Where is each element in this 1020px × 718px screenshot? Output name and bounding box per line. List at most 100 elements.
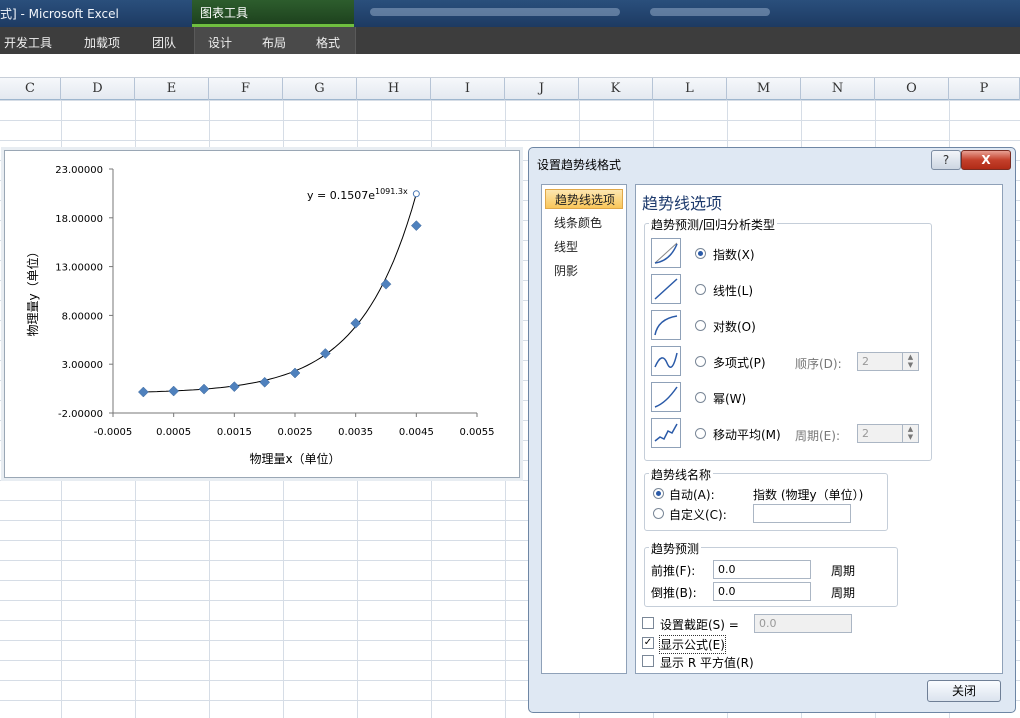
nav-item-line-color[interactable]: 线条颜色: [545, 213, 623, 233]
option-power-label[interactable]: 幂(W): [713, 390, 746, 407]
trendline-name-group: 趋势线名称 自动(A): 指数 (物理y（单位）) 自定义(C):: [644, 466, 888, 531]
panel-heading: 趋势线选项: [642, 194, 723, 213]
show-r2-checkbox[interactable]: [642, 655, 654, 667]
column-header-g[interactable]: G: [283, 78, 357, 100]
option-logarithmic-label[interactable]: 对数(O): [713, 318, 756, 335]
radio-auto-name[interactable]: [653, 488, 664, 499]
trend-equation[interactable]: y = 0.1507e1091.3x: [307, 187, 408, 202]
set-intercept-label[interactable]: 设置截距(S) =: [660, 616, 739, 633]
nav-item-trendline-options[interactable]: 趋势线选项: [545, 189, 623, 209]
show-equation-checkbox[interactable]: ✓: [642, 637, 654, 649]
option-polynomial-label[interactable]: 多项式(P): [713, 354, 766, 371]
set-intercept-checkbox[interactable]: [642, 617, 654, 629]
column-header-d[interactable]: D: [61, 78, 135, 100]
column-header-l[interactable]: L: [653, 78, 727, 100]
backward-unit: 周期: [831, 586, 856, 600]
tab-design[interactable]: 设计: [208, 34, 232, 51]
x-tick-label: 0.0045: [399, 427, 434, 438]
x-tick-label: 0.0015: [217, 427, 252, 438]
column-header-o[interactable]: O: [875, 78, 949, 100]
y-tick-label: 8.00000: [62, 311, 103, 322]
group-title: 趋势预测/回归分析类型: [649, 216, 778, 233]
radio-linear[interactable]: [695, 284, 706, 295]
column-header-j[interactable]: J: [505, 78, 579, 100]
auto-name-label[interactable]: 自动(A):: [669, 486, 715, 503]
nav-item-line-style[interactable]: 线型: [545, 237, 623, 257]
close-window-button[interactable]: X: [961, 150, 1011, 170]
intercept-input[interactable]: 0.0: [754, 614, 852, 633]
trendline[interactable]: [143, 193, 417, 393]
period-spinner[interactable]: 2 ▲ ▼: [857, 424, 919, 443]
option-moving-average-label[interactable]: 移动平均(M): [713, 426, 781, 443]
data-point[interactable]: [259, 376, 271, 388]
window-title: 式] - Microsoft Excel: [0, 7, 119, 21]
auto-name-value: 指数 (物理y（单位）): [753, 488, 864, 502]
moving-average-icon: [651, 418, 681, 448]
spinner-arrows-icon[interactable]: ▲ ▼: [902, 353, 918, 370]
data-point[interactable]: [228, 381, 240, 393]
backward-input[interactable]: 0.0: [713, 582, 811, 601]
radio-polynomial[interactable]: [695, 356, 706, 367]
trendline-handle[interactable]: [412, 190, 420, 198]
option-linear-label[interactable]: 线性(L): [713, 282, 753, 299]
tab-layout[interactable]: 布局: [262, 34, 286, 51]
x-axis-title[interactable]: 物理量x（单位）: [249, 451, 340, 466]
data-point[interactable]: [350, 317, 362, 329]
column-header-c[interactable]: C: [0, 78, 61, 100]
column-header-f[interactable]: F: [209, 78, 283, 100]
option-exponential-label[interactable]: 指数(X): [713, 246, 755, 263]
linear-icon: [651, 274, 681, 304]
show-equation-label[interactable]: 显示公式(E): [659, 635, 726, 654]
data-point[interactable]: [198, 383, 210, 395]
y-tick-label: 13.00000: [55, 263, 103, 274]
formula-bar[interactable]: [0, 54, 1020, 78]
x-tick-label: -0.0005: [94, 427, 133, 438]
y-axis-title[interactable]: 物理量y（单位）: [25, 245, 40, 336]
radio-custom-name[interactable]: [653, 508, 664, 519]
column-header-k[interactable]: K: [579, 78, 653, 100]
data-point[interactable]: [410, 220, 422, 231]
data-point[interactable]: [137, 386, 149, 398]
y-tick-label: 3.00000: [62, 360, 103, 371]
tab-format[interactable]: 格式: [316, 34, 340, 51]
column-header-p[interactable]: P: [949, 78, 1020, 100]
x-tick-label: 0.0005: [156, 427, 191, 438]
chart-tools-label: 图表工具: [200, 6, 249, 20]
chart-tools-tab-group: 图表工具: [192, 0, 354, 27]
radio-logarithmic[interactable]: [695, 320, 706, 331]
data-point[interactable]: [168, 385, 180, 397]
close-button[interactable]: 关闭: [927, 680, 1001, 702]
y-tick-label: -2.00000: [58, 409, 103, 420]
column-header-e[interactable]: E: [135, 78, 209, 100]
tab-developer[interactable]: 开发工具: [4, 34, 52, 51]
nav-item-shadow[interactable]: 阴影: [545, 261, 623, 281]
column-header-h[interactable]: H: [357, 78, 431, 100]
tab-team[interactable]: 团队: [152, 34, 176, 51]
spinner-arrows-icon[interactable]: ▲ ▼: [902, 425, 918, 442]
chart-area[interactable]: -2.00000 3.00000 8.00000 13.00000 18.00000 23…: [4, 150, 520, 478]
data-point[interactable]: [380, 278, 392, 290]
help-button[interactable]: ?: [931, 150, 961, 170]
radio-exponential[interactable]: [695, 248, 706, 259]
category-nav: 趋势线选项 线条颜色 线型 阴影: [541, 184, 627, 674]
period-label: 周期(E):: [795, 429, 840, 443]
logarithmic-icon: [651, 310, 681, 340]
tab-addins[interactable]: 加载项: [84, 34, 120, 51]
order-spinner[interactable]: 2 ▲ ▼: [857, 352, 919, 371]
title-bar: 式] - Microsoft Excel 图表工具: [0, 0, 1020, 27]
forward-label: 前推(F):: [651, 564, 696, 578]
forward-input[interactable]: 0.0: [713, 560, 811, 579]
group-title: 趋势线名称: [649, 466, 714, 483]
custom-name-input[interactable]: [753, 504, 851, 523]
column-headers: C D E F G H I J K L M N O P: [0, 78, 1020, 100]
column-header-n[interactable]: N: [801, 78, 875, 100]
show-r2-label[interactable]: 显示 R 平方值(R): [660, 654, 754, 671]
column-header-i[interactable]: I: [431, 78, 505, 100]
x-tick-label: 0.0035: [338, 427, 373, 438]
custom-name-label[interactable]: 自定义(C):: [669, 506, 727, 523]
power-icon: [651, 382, 681, 412]
column-header-m[interactable]: M: [727, 78, 801, 100]
forecast-group: 趋势预测 前推(F): 0.0 周期 倒推(B): 0.0 周期: [644, 540, 898, 607]
radio-moving-average[interactable]: [695, 428, 706, 439]
radio-power[interactable]: [695, 392, 706, 403]
